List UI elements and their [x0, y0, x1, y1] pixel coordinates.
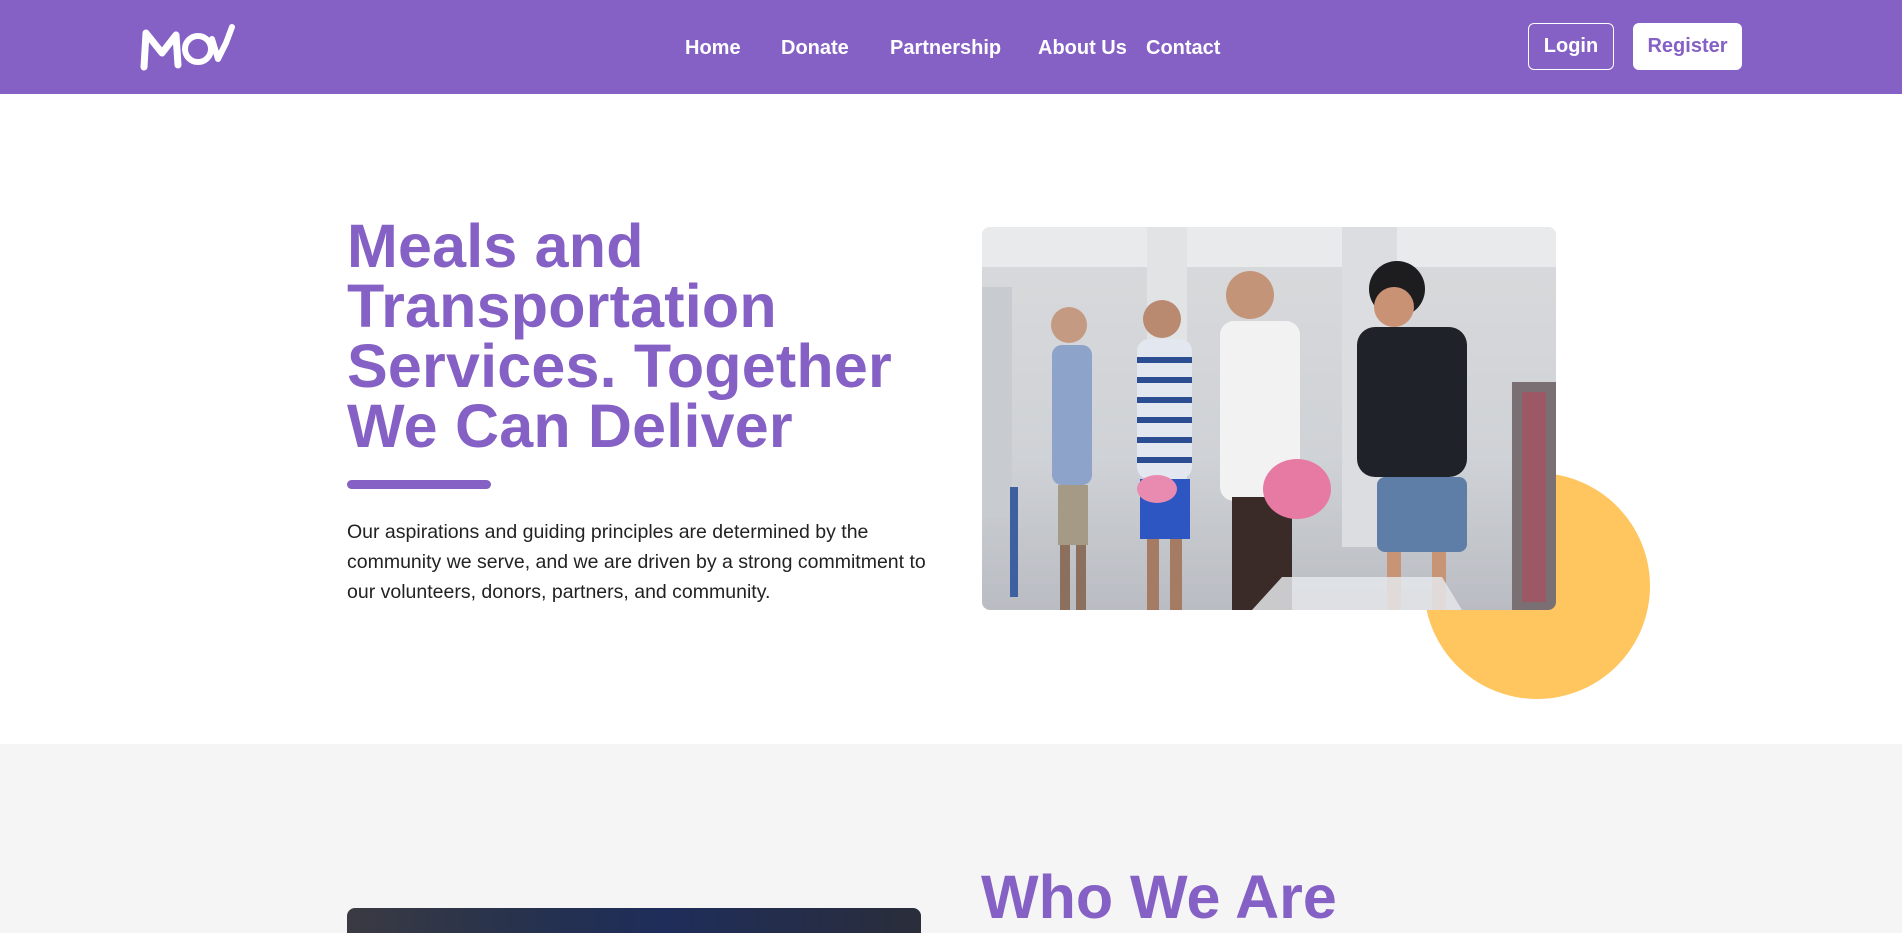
nav-home[interactable]: Home — [685, 35, 741, 61]
hero-description: Our aspirations and guiding principles a… — [347, 521, 926, 603]
site-header: Home Donate Partnership About Us Contact… — [0, 0, 1902, 94]
nav-partnership[interactable]: Partnership — [890, 35, 1001, 61]
who-we-are-section: Who We Are — [0, 744, 1902, 933]
who-we-are-photo — [347, 908, 921, 933]
volunteers-photo-image — [982, 227, 1556, 610]
nav-about-us[interactable]: About Us — [1038, 35, 1127, 61]
title-underline — [347, 480, 491, 489]
hero-section: Meals and Transportation Services. Toget… — [0, 94, 1902, 744]
who-we-are-title: Who We Are — [981, 863, 1337, 931]
hero-photo-volunteers — [982, 227, 1556, 610]
main-nav: Home Donate Partnership About Us Contact — [0, 0, 1902, 94]
hero-title: Meals and Transportation Services. Toget… — [347, 212, 892, 460]
register-button[interactable]: Register — [1633, 23, 1742, 70]
nav-donate[interactable]: Donate — [781, 35, 849, 61]
login-button[interactable]: Login — [1528, 23, 1614, 70]
nav-contact[interactable]: Contact — [1146, 35, 1220, 61]
